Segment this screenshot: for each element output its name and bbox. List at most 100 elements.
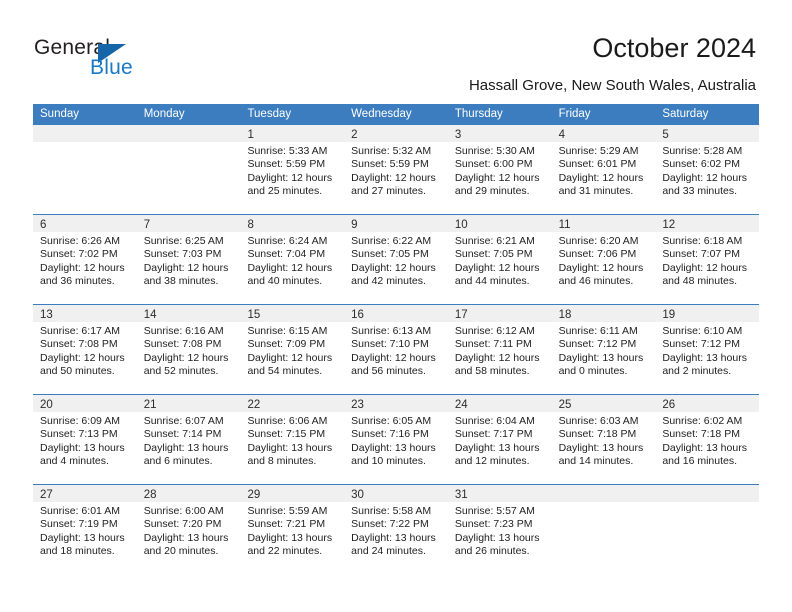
day-details	[552, 502, 656, 505]
calendar-day-cell[interactable]: 24 Sunrise: 6:04 AM Sunset: 7:17 PM Dayligh…	[447, 395, 552, 484]
day-detail-line: and 26 minutes.	[454, 544, 530, 557]
day-detail-line: Daylight: 12 hours	[351, 351, 436, 364]
calendar-day-cell[interactable]: 22 Sunrise: 6:06 AM Sunset: 7:15 PM Dayligh…	[240, 395, 345, 484]
calendar-day-cell[interactable]: 14 Sunrise: 6:16 AM Sunset: 7:08 PM Dayligh…	[136, 305, 241, 394]
day-details: Sunrise: 6:18 AM Sunset: 7:07 PM Daylight:…	[655, 232, 759, 288]
calendar-day-cell[interactable]: 8 Sunrise: 6:24 AM Sunset: 7:04 PM Daylight…	[240, 215, 345, 304]
day-number-band: 13	[33, 305, 137, 322]
calendar-day-cell[interactable]: 25 Sunrise: 6:03 AM Sunset: 7:18 PM Dayligh…	[551, 395, 656, 484]
day-details: Sunrise: 5:28 AM Sunset: 6:02 PM Daylight:…	[655, 142, 759, 198]
day-details: Sunrise: 6:16 AM Sunset: 7:08 PM Daylight:…	[137, 322, 241, 378]
day-detail-line: Daylight: 13 hours	[454, 531, 540, 544]
day-detail-line: and 8 minutes.	[247, 454, 317, 467]
day-detail-line: and 0 minutes.	[558, 364, 628, 377]
calendar-day-cell[interactable]: 13 Sunrise: 6:17 AM Sunset: 7:08 PM Dayligh…	[33, 305, 137, 394]
calendar-day-cell[interactable]: 21 Sunrise: 6:07 AM Sunset: 7:14 PM Dayligh…	[136, 395, 241, 484]
day-number-band: 12	[655, 215, 760, 232]
day-number: 24	[454, 399, 468, 411]
calendar-day-cell[interactable]: 6 Sunrise: 6:26 AM Sunset: 7:02 PM Daylight…	[33, 215, 137, 304]
day-number: 29	[247, 489, 261, 501]
day-number: 12	[662, 219, 676, 231]
calendar-day-cell[interactable]: 16 Sunrise: 6:13 AM Sunset: 7:10 PM Dayligh…	[344, 305, 448, 394]
calendar-day-cell[interactable]: 28 Sunrise: 6:00 AM Sunset: 7:20 PM Dayligh…	[136, 485, 241, 574]
day-number: 23	[351, 399, 364, 411]
weekday-header-tuesday: Tuesday	[247, 108, 292, 120]
day-details: Sunrise: 6:13 AM Sunset: 7:10 PM Daylight:…	[344, 322, 448, 378]
day-number-band: 23	[344, 395, 448, 412]
calendar-day-cell[interactable]: 18 Sunrise: 6:11 AM Sunset: 7:12 PM Dayligh…	[551, 305, 656, 394]
day-number-band: 9	[344, 215, 448, 232]
day-detail-line: and 29 minutes.	[454, 184, 530, 197]
day-detail-line: Daylight: 12 hours	[247, 171, 333, 184]
calendar-day-cell[interactable]: 15 Sunrise: 6:15 AM Sunset: 7:09 PM Dayligh…	[240, 305, 345, 394]
calendar-day-cell[interactable]: 3 Sunrise: 5:30 AM Sunset: 6:00 PM Daylight…	[447, 125, 552, 214]
calendar-day-cell[interactable]: 17 Sunrise: 6:12 AM Sunset: 7:11 PM Dayligh…	[447, 305, 552, 394]
weekday-header-sunday: Sunday	[40, 108, 80, 120]
calendar-day-cell[interactable]: 2 Sunrise: 5:32 AM Sunset: 5:59 PM Daylight…	[344, 125, 448, 214]
day-detail-line: Sunset: 7:22 PM	[351, 518, 429, 531]
day-number-band: 22	[240, 395, 345, 412]
day-number: 26	[662, 399, 676, 411]
day-detail-line: Daylight: 12 hours	[351, 261, 436, 274]
calendar-day-cell[interactable]: 9 Sunrise: 6:22 AM Sunset: 7:05 PM Daylight…	[344, 215, 448, 304]
day-number: 13	[40, 309, 53, 321]
day-detail-line: Sunset: 7:19 PM	[40, 518, 118, 531]
day-detail-line: and 48 minutes.	[662, 274, 738, 287]
day-details: Sunrise: 6:24 AM Sunset: 7:04 PM Daylight:…	[240, 232, 344, 288]
calendar-day-cell[interactable]: 31 Sunrise: 5:57 AM Sunset: 7:23 PM Dayligh…	[447, 485, 552, 574]
calendar-day-cell[interactable]: 27 Sunrise: 6:01 AM Sunset: 7:19 PM Dayligh…	[33, 485, 137, 574]
day-detail-line: Sunrise: 6:20 AM	[558, 235, 639, 247]
day-detail-line: and 52 minutes.	[143, 364, 219, 377]
day-number: 9	[351, 219, 358, 231]
day-detail-line: Sunrise: 6:07 AM	[143, 415, 224, 427]
day-number: 17	[454, 309, 468, 321]
day-detail-line: and 50 minutes.	[40, 364, 115, 377]
calendar-day-cell[interactable]: 23 Sunrise: 6:05 AM Sunset: 7:16 PM Dayligh…	[344, 395, 448, 484]
day-detail-line: Sunrise: 6:04 AM	[454, 415, 535, 427]
day-number: 1	[247, 129, 254, 141]
calendar-day-cell[interactable]: 30 Sunrise: 5:58 AM Sunset: 7:22 PM Dayligh…	[344, 485, 448, 574]
day-number-band: 16	[344, 305, 448, 322]
day-detail-line: and 20 minutes.	[143, 544, 219, 557]
general-blue-logo[interactable]: General Blue	[34, 36, 204, 88]
day-detail-line: Sunset: 7:03 PM	[143, 248, 222, 261]
day-detail-line: and 22 minutes.	[247, 544, 323, 557]
calendar-day-cell[interactable]: 10 Sunrise: 6:21 AM Sunset: 7:05 PM Dayligh…	[447, 215, 552, 304]
calendar-day-cell[interactable]: 7 Sunrise: 6:25 AM Sunset: 7:03 PM Daylight…	[136, 215, 241, 304]
day-detail-line: and 40 minutes.	[247, 274, 323, 287]
day-detail-line: Sunrise: 6:09 AM	[40, 415, 120, 427]
day-details: Sunrise: 6:26 AM Sunset: 7:02 PM Daylight:…	[33, 232, 137, 288]
day-detail-line: Sunset: 7:18 PM	[558, 428, 637, 441]
calendar-day-cell[interactable]: 19 Sunrise: 6:10 AM Sunset: 7:12 PM Dayligh…	[655, 305, 760, 394]
day-details: Sunrise: 6:25 AM Sunset: 7:03 PM Daylight:…	[137, 232, 241, 288]
day-detail-line: Sunset: 7:09 PM	[247, 338, 326, 351]
day-detail-line: Sunrise: 6:00 AM	[143, 505, 224, 517]
day-detail-line: and 27 minutes.	[351, 184, 426, 197]
calendar-day-cell[interactable]: 26 Sunrise: 6:02 AM Sunset: 7:18 PM Dayligh…	[655, 395, 760, 484]
calendar-grid: Sunday Monday Tuesday Wednesday Thursday Frid…	[33, 104, 760, 574]
day-detail-line: Sunset: 7:06 PM	[558, 248, 637, 261]
day-detail-line: Daylight: 13 hours	[351, 441, 436, 454]
day-number: 22	[247, 399, 261, 411]
day-detail-line: and 16 minutes.	[662, 454, 738, 467]
day-number: 16	[351, 309, 364, 321]
day-number: 15	[247, 309, 261, 321]
day-details: Sunrise: 6:00 AM Sunset: 7:20 PM Daylight:…	[137, 502, 241, 558]
day-details: Sunrise: 6:07 AM Sunset: 7:14 PM Daylight:…	[137, 412, 241, 468]
calendar-day-cell[interactable]: 20 Sunrise: 6:09 AM Sunset: 7:13 PM Dayligh…	[33, 395, 137, 484]
calendar-day-cell[interactable]: 4 Sunrise: 5:29 AM Sunset: 6:01 PM Daylight…	[551, 125, 656, 214]
calendar-day-cell[interactable]: 29 Sunrise: 5:59 AM Sunset: 7:21 PM Dayligh…	[240, 485, 345, 574]
calendar-day-cell[interactable]: 11 Sunrise: 6:20 AM Sunset: 7:06 PM Dayligh…	[551, 215, 656, 304]
day-detail-line: Sunrise: 6:05 AM	[351, 415, 432, 427]
day-detail-line: Sunrise: 6:26 AM	[40, 235, 120, 247]
calendar-day-cell[interactable]: 12 Sunrise: 6:18 AM Sunset: 7:07 PM Dayligh…	[655, 215, 760, 304]
day-number: 21	[143, 399, 157, 411]
day-number-band: 17	[447, 305, 552, 322]
calendar-day-cell[interactable]: 1 Sunrise: 5:33 AM Sunset: 5:59 PM Daylight…	[240, 125, 345, 214]
calendar-day-cell[interactable]: 5 Sunrise: 5:28 AM Sunset: 6:02 PM Daylight…	[655, 125, 760, 214]
day-detail-line: and 58 minutes.	[454, 364, 530, 377]
day-number: 10	[454, 219, 468, 231]
day-detail-line: Daylight: 12 hours	[143, 261, 229, 274]
day-detail-line: Daylight: 12 hours	[247, 261, 333, 274]
day-detail-line: Daylight: 12 hours	[143, 351, 229, 364]
